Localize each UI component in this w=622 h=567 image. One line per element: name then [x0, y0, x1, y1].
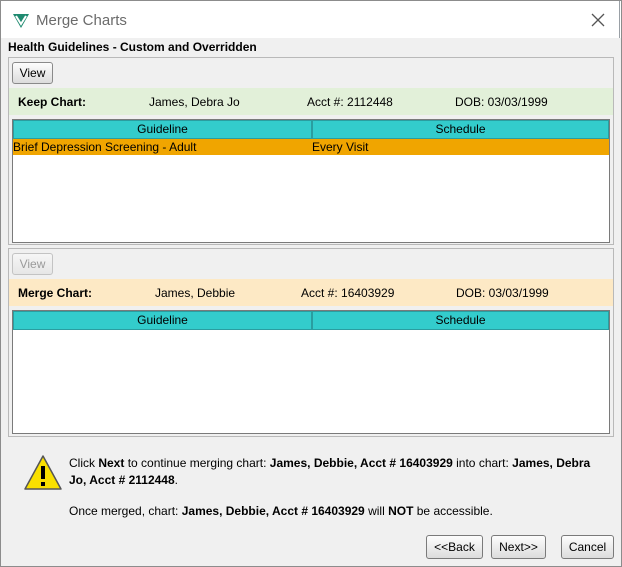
column-header-guideline[interactable]: Guideline [13, 120, 312, 139]
keep-view-button[interactable]: View [12, 62, 53, 84]
guideline-cell: Brief Depression Screening - Adult [13, 140, 197, 154]
window-title: Merge Charts [36, 12, 127, 29]
schedule-cell: Every Visit [312, 140, 369, 154]
keep-guidelines-table[interactable]: Guideline Schedule Brief Depression Scre… [12, 119, 610, 243]
cancel-button[interactable]: Cancel [561, 535, 614, 559]
message-text: Once merged, chart: [69, 504, 182, 518]
column-header-schedule[interactable]: Schedule [312, 311, 609, 330]
close-icon[interactable] [587, 9, 609, 31]
back-button[interactable]: <<Back [426, 535, 483, 559]
message-text: will [364, 504, 389, 518]
merge-chart-acct: Acct #: 16403929 [301, 286, 395, 300]
title-bar: Merge Charts [0, 0, 620, 38]
app-logo-icon [13, 14, 29, 28]
message-text: to continue merging chart: [124, 456, 270, 470]
column-header-schedule[interactable]: Schedule [312, 120, 609, 139]
merge-chart-panel: View Merge Chart: James, Debbie Acct #: … [8, 248, 614, 437]
column-header-guideline[interactable]: Guideline [13, 311, 312, 330]
merge-chart-info-bar: Merge Chart: James, Debbie Acct #: 16403… [9, 279, 613, 306]
merge-chart-dob: DOB: 03/03/1999 [456, 286, 549, 300]
table-header: Guideline Schedule [13, 311, 609, 330]
merge-chart-name: James, Debbie [155, 286, 236, 300]
message-text: into chart: [452, 456, 513, 470]
table-header: Guideline Schedule [13, 120, 609, 139]
keep-chart-label: Keep Chart: [18, 95, 87, 109]
merge-guidelines-table[interactable]: Guideline Schedule [12, 310, 610, 434]
merge-message: Click Next to continue merging chart: Ja… [69, 455, 609, 489]
warning-icon [24, 455, 62, 490]
message-source-chart: James, Debbie, Acct # 16403929 [181, 504, 365, 518]
keep-chart-dob: DOB: 03/03/1999 [455, 95, 548, 109]
keep-chart-name: James, Debra Jo [149, 95, 240, 109]
dialog-content: Health Guidelines - Custom and Overridde… [1, 38, 621, 566]
merge-view-button[interactable]: View [12, 253, 53, 275]
accessibility-warning: Once merged, chart: James, Debbie, Acct … [69, 503, 609, 520]
table-row[interactable]: Brief Depression Screening - Adult Every… [13, 139, 609, 155]
keep-chart-acct: Acct #: 2112448 [307, 95, 393, 109]
message-text: be accessible. [413, 504, 493, 518]
message-text: Click [69, 456, 99, 470]
next-button[interactable]: Next>> [491, 535, 546, 559]
keep-chart-panel: View Keep Chart: James, Debra Jo Acct #:… [8, 57, 614, 245]
merge-chart-label: Merge Chart: [18, 286, 93, 300]
message-source-chart: James, Debbie, Acct # 16403929 [269, 456, 453, 470]
message-next-keyword: Next [98, 456, 125, 470]
section-title: Health Guidelines - Custom and Overridde… [8, 40, 257, 54]
keep-chart-info-bar: Keep Chart: James, Debra Jo Acct #: 2112… [9, 88, 613, 115]
message-text: . [174, 473, 178, 487]
message-not-keyword: NOT [388, 504, 414, 518]
